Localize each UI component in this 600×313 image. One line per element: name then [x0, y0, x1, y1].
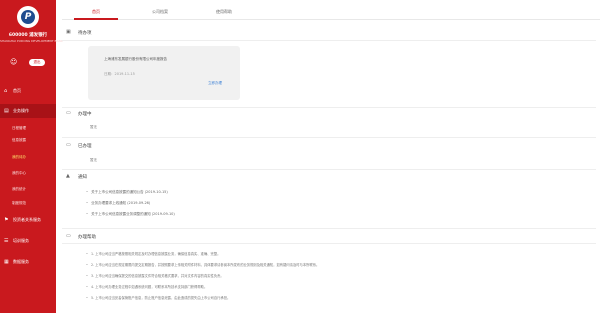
company-logo: P — [17, 6, 39, 28]
notice-section-header: ▲ 通知 — [66, 173, 87, 181]
in-progress-section-header: ▭ 办理中 — [66, 110, 92, 118]
nav-item-data[interactable]: ▦ 数据服务 — [0, 255, 56, 269]
sub-item-schedule[interactable]: 日程管理 — [0, 122, 56, 134]
logout-button[interactable]: 退出 — [29, 59, 45, 66]
tab-home[interactable]: 首页 — [74, 6, 118, 20]
sub-item-my-todo[interactable]: 我的待办 — [0, 151, 56, 163]
nav-item-label: 投资者关系服务 — [13, 217, 41, 222]
tab-company-archive[interactable]: 公司档案 — [138, 6, 182, 20]
notice-item[interactable]: 关于上市公司信息披露的通知公告 (2019-10-15) — [86, 190, 168, 195]
divider — [62, 169, 596, 170]
section-title: 办理中 — [78, 112, 92, 117]
divider — [62, 40, 596, 41]
section-title: 办理帮助 — [78, 235, 96, 240]
done-section-header: ▭ 已办理 — [66, 142, 92, 150]
monitor-icon: ▭ — [66, 142, 71, 148]
nav-item-label: 首页 — [13, 88, 21, 93]
done-empty: 暂无 — [90, 158, 97, 162]
nav-item-business[interactable]: ▤ 业务操作 — [0, 104, 56, 118]
help-item: 3. 上市公司应当确保提交的信息披露文件符合相关格式要求，并对文件内容的真实性负… — [86, 273, 224, 278]
notice-item[interactable]: 业务办理要求上线通知 (2019-09-26) — [86, 201, 150, 206]
investor-icon: ⚑ — [4, 217, 9, 223]
nav-item-home[interactable]: ⌂ 首页 — [0, 84, 56, 98]
data-icon: ▦ — [4, 259, 9, 265]
divider — [62, 137, 596, 138]
tab-help[interactable]: 使用帮助 — [202, 6, 246, 20]
tab-bar: 首页 公司档案 使用帮助 — [62, 2, 600, 20]
section-title: 通知 — [78, 175, 87, 180]
help-section-header: ▭ 办理帮助 — [66, 233, 96, 241]
training-icon: ☰ — [4, 238, 9, 244]
todo-card-link[interactable]: 立即办理 — [208, 81, 222, 86]
notice-item[interactable]: 关于上市公司信息披露业务调整的通知 (2019-09-10) — [86, 212, 175, 217]
divider — [62, 107, 596, 108]
help-item: 4. 上市公司办理业务过程中如遇系统问题，可联系本所技术支持部门获得帮助。 — [86, 284, 207, 289]
monitor-icon: ▭ — [66, 110, 71, 116]
help-item: 1. 上市公司应当严格按照相关规定及时办理信息披露业务，确保信息真实、准确、完整… — [86, 251, 220, 256]
sub-item-my-stats[interactable]: 我的统计 — [0, 183, 56, 195]
todo-section-header: ▣ 待办项 — [66, 29, 92, 37]
divider — [62, 228, 596, 229]
todo-card-date: 日期：2019-11-15 — [104, 72, 135, 76]
nav-item-label: 业务操作 — [13, 108, 29, 113]
home-icon: ⌂ — [4, 88, 8, 94]
section-title: 待办项 — [78, 31, 92, 36]
nav-item-training[interactable]: ☰ 培训服务 — [0, 234, 56, 248]
help-item: 5. 上市公司应当妥善保管账户信息，防止账户信息泄露，由此造成的损失由上市公司自… — [86, 295, 230, 300]
nav-item-investor-relations[interactable]: ⚑ 投资者关系服务 — [0, 213, 56, 227]
monitor-icon: ▭ — [66, 233, 71, 239]
sub-item-regulations[interactable]: 制度规范 — [0, 197, 56, 209]
sub-item-disclosure[interactable]: 信息披露 — [0, 134, 56, 146]
todo-icon: ▣ — [66, 29, 71, 35]
company-name: 600000 浦发银行 — [8, 33, 48, 38]
warning-icon: ▲ — [66, 173, 70, 179]
divider — [62, 243, 596, 244]
logo-emblem: P — [21, 10, 35, 24]
sub-item-my-center[interactable]: 我的中心 — [0, 167, 56, 179]
in-progress-empty: 暂无 — [90, 125, 97, 129]
nav-item-label: 培训服务 — [13, 238, 29, 243]
section-title: 已办理 — [78, 144, 92, 149]
user-icon[interactable]: ☺ — [10, 58, 17, 66]
help-item: 2. 上市公司应当在规定期限内提交定期报告，并按照要求上传相关附件材料，具体要求… — [86, 262, 319, 267]
company-subtitle: SHANGHAI PUDONG DEVELOPMENT BANK — [0, 39, 63, 43]
todo-card-title: 上海浦东发展银行股份有限公司年度报告 — [104, 57, 167, 61]
business-icon: ▤ — [4, 108, 9, 114]
nav-item-label: 数据服务 — [13, 259, 29, 264]
sidebar: P 600000 浦发银行 SHANGHAI PUDONG DEVELOPMEN… — [0, 0, 63, 313]
todo-card[interactable]: 上海浦东发展银行股份有限公司年度报告 日期：2019-11-15 立即办理 — [88, 46, 240, 100]
